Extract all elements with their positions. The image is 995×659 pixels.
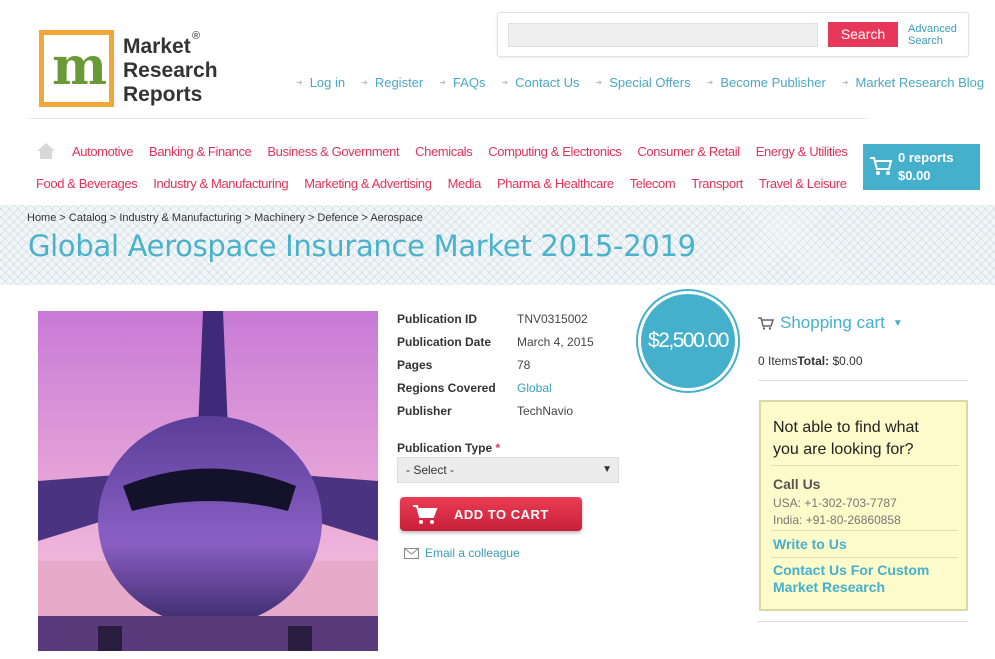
arrow-icon: ➜: [595, 78, 603, 87]
dropdown-arrow-icon: ▼: [602, 464, 612, 475]
divider: [28, 118, 868, 119]
cart-icon: [758, 316, 774, 330]
shopping-cart-header[interactable]: Shopping cart ▼: [758, 313, 903, 333]
nav-transport[interactable]: Transport: [691, 176, 743, 191]
nav-pharma-healthcare[interactable]: Pharma & Healthcare: [497, 176, 614, 191]
arrow-icon: ➜: [706, 78, 714, 87]
publisher: TechNavio: [517, 404, 574, 418]
price-badge: $2,500.00: [638, 291, 738, 391]
arrow-icon: ➜: [501, 78, 509, 87]
help-box: Not able to find what you are looking fo…: [759, 400, 968, 611]
publication-id: TNV0315002: [517, 312, 588, 326]
publication-date: March 4, 2015: [517, 335, 594, 349]
publication-details: Publication ID TNV0315002 Publication Dat…: [397, 312, 594, 427]
home-icon[interactable]: [37, 143, 55, 159]
pages: 78: [517, 358, 531, 372]
nav-chemicals[interactable]: Chemicals: [415, 144, 472, 159]
divider: [771, 465, 958, 466]
cart-icon: [413, 505, 438, 524]
nav-marketing-advertising[interactable]: Marketing & Advertising: [304, 176, 432, 191]
email-colleague-link[interactable]: Email a colleague: [404, 546, 520, 560]
india-phone: India: +91-80-26860858: [773, 513, 901, 527]
blog-link[interactable]: ➜ Market Research Blog: [842, 75, 984, 90]
nav-food-beverages[interactable]: Food & Beverages: [36, 176, 138, 191]
arrow-icon: ➜: [296, 78, 303, 87]
publication-type-select[interactable]: - Select - ▼: [397, 457, 619, 483]
nav-media[interactable]: Media: [448, 176, 482, 191]
help-question: Not able to find what you are looking fo…: [773, 419, 919, 458]
top-links: ➜ Log in ➜ Register ➜ FAQs ➜ Contact Us ➜ Spe…: [296, 75, 984, 90]
arrow-icon: ➜: [841, 78, 849, 87]
envelope-icon: [404, 547, 419, 559]
nav-travel-leisure[interactable]: Travel & Leisure: [759, 176, 847, 191]
search-box: Search Advanced Search: [497, 12, 969, 57]
advanced-search-link[interactable]: Advanced Search: [908, 23, 964, 47]
cart-icon: [870, 157, 893, 175]
divider: [771, 530, 958, 531]
arrow-icon: ➜: [361, 78, 368, 87]
faqs-link[interactable]: ➜ FAQs: [439, 75, 485, 90]
chevron-down-icon: ▼: [892, 317, 903, 329]
become-publisher-link[interactable]: ➜ Become Publisher: [707, 75, 826, 90]
register-link[interactable]: ➜ Register: [361, 75, 423, 90]
publication-type-label: Publication Type *: [397, 441, 501, 455]
divider: [758, 380, 968, 381]
nav-energy-utilities[interactable]: Energy & Utilities: [756, 144, 848, 159]
divider: [758, 621, 968, 622]
cart-summary: 0 ItemsTotal: $0.00: [758, 354, 863, 368]
write-to-us-link[interactable]: Write to Us: [773, 536, 847, 553]
nav-telecom[interactable]: Telecom: [630, 176, 676, 191]
category-nav-row-1: Automotive Banking & Finance Business & …: [72, 144, 863, 159]
nav-computing-electronics[interactable]: Computing & Electronics: [488, 144, 622, 159]
page-title: Global Aerospace Insurance Market 2015-2…: [28, 229, 696, 263]
category-nav-row-2: Food & Beverages Industry & Manufacturin…: [36, 176, 863, 191]
title-banner: Home > Catalog > Industry & Manufacturin…: [0, 205, 995, 285]
login-link[interactable]: ➜ Log in: [296, 75, 345, 90]
regions-link[interactable]: Global: [517, 381, 552, 404]
call-us-heading: Call Us: [773, 476, 821, 492]
add-to-cart-button[interactable]: ADD TO CART: [400, 497, 582, 531]
nav-consumer-retail[interactable]: Consumer & Retail: [637, 144, 740, 159]
nav-banking-finance[interactable]: Banking & Finance: [149, 144, 252, 159]
nav-automotive[interactable]: Automotive: [72, 144, 133, 159]
usa-phone: USA: +1-302-703-7787: [773, 496, 897, 510]
site-logo[interactable]: m Market Research Reports ®: [39, 30, 218, 110]
search-input[interactable]: [508, 23, 818, 47]
search-button[interactable]: Search: [828, 22, 898, 47]
nav-industry-manufacturing[interactable]: Industry & Manufacturing: [153, 176, 288, 191]
custom-research-link[interactable]: Contact Us For Custom Market Research: [773, 562, 929, 596]
logo-text: Market Research Reports: [123, 35, 218, 106]
divider: [771, 557, 958, 558]
contact-us-link[interactable]: ➜ Contact Us: [501, 75, 579, 90]
breadcrumb[interactable]: Home > Catalog > Industry & Manufacturin…: [27, 212, 423, 224]
special-offers-link[interactable]: ➜ Special Offers: [595, 75, 690, 90]
arrow-icon: ➜: [439, 78, 446, 87]
nav-business-government[interactable]: Business & Government: [267, 144, 399, 159]
product-image: [38, 311, 378, 651]
logo-mark: m: [39, 30, 114, 107]
header-cart-button[interactable]: 0 reports $0.00: [863, 144, 980, 190]
